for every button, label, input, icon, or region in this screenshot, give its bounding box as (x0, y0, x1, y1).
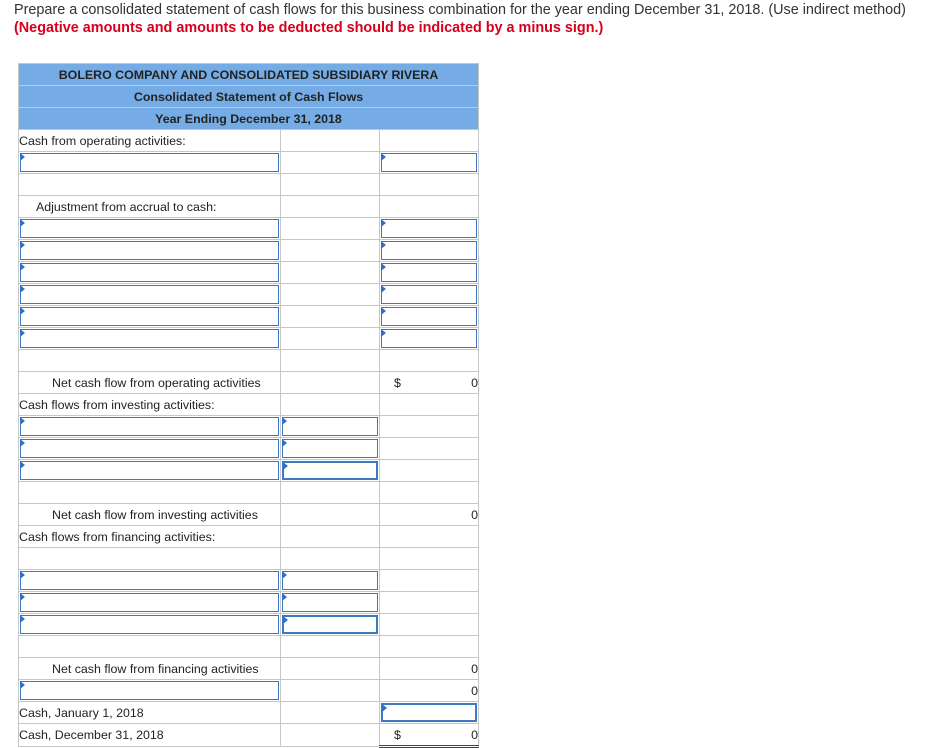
currency-symbol: $ (394, 728, 401, 742)
operating-row-1 (18, 151, 480, 174)
cash-end-label: Cash, December 31, 2018 (18, 723, 281, 747)
dropdown-arrow-icon (283, 616, 288, 624)
net-financing-value: 0 (378, 657, 480, 680)
dropdown-arrow-icon (20, 417, 25, 425)
financing-label-input[interactable] (20, 593, 279, 612)
net-financing-label: Net cash flow from financing activities (18, 657, 281, 680)
dropdown-arrow-icon (20, 285, 25, 293)
dropdown-arrow-icon (20, 571, 25, 579)
net-operating-row: Net cash flow from operating activities … (18, 371, 480, 394)
cash-begin-input[interactable] (381, 703, 478, 722)
investing-label-input[interactable] (20, 439, 279, 458)
adjustment-row-1 (18, 217, 480, 240)
adjustment-row-2 (18, 239, 480, 262)
adjustment-label-input[interactable] (20, 329, 279, 348)
adjustment-amount-input[interactable] (381, 219, 478, 238)
prompt-text: Prepare a consolidated statement of cash… (14, 2, 906, 18)
prompt-emphasis: (Negative amounts and amounts to be dedu… (14, 20, 604, 36)
dropdown-arrow-icon (20, 329, 25, 337)
currency-symbol: $ (394, 376, 401, 390)
financing-label-input[interactable] (20, 571, 279, 590)
adjustment-amount-input[interactable] (381, 307, 478, 326)
net-operating-label: Net cash flow from operating activities (18, 371, 281, 394)
dropdown-arrow-icon (20, 593, 25, 601)
cash-begin-label: Cash, January 1, 2018 (18, 701, 281, 724)
adjustment-amount-input[interactable] (381, 241, 478, 260)
statement-period: Year Ending December 31, 2018 (17, 107, 480, 130)
investing-header: Cash flows from investing activities: (18, 393, 281, 416)
financing-label-input[interactable] (20, 615, 279, 634)
change-value: 0 (378, 679, 480, 702)
adjustment-row-4 (18, 283, 480, 306)
investing-row-2 (18, 437, 480, 460)
statement-title: Consolidated Statement of Cash Flows (17, 85, 480, 108)
financing-amount-input[interactable] (282, 571, 378, 590)
dropdown-arrow-icon (381, 307, 386, 315)
adjustment-amount-input[interactable] (381, 329, 478, 348)
adjustment-header: Adjustment from accrual to cash: (18, 195, 281, 218)
adjustment-amount-input[interactable] (381, 263, 478, 282)
question-prompt: Prepare a consolidated statement of cash… (14, 1, 934, 37)
net-investing-value: 0 (378, 503, 480, 526)
investing-row-1 (18, 415, 480, 438)
adjustment-row-3 (18, 261, 480, 284)
adjustment-amount-input[interactable] (381, 285, 478, 304)
dropdown-arrow-icon (20, 439, 25, 447)
dropdown-arrow-icon (282, 571, 287, 579)
net-financing-row: Net cash flow from financing activities … (18, 657, 480, 680)
dropdown-arrow-icon (282, 417, 287, 425)
dropdown-arrow-icon (20, 681, 25, 689)
net-operating-value: 0 (471, 375, 479, 390)
operating-header: Cash from operating activities: (18, 129, 281, 152)
financing-header: Cash flows from financing activities: (18, 525, 281, 548)
financing-row-2 (18, 591, 480, 614)
dropdown-arrow-icon (381, 285, 386, 293)
adjustment-label-input[interactable] (20, 241, 279, 260)
dropdown-arrow-icon (381, 241, 386, 249)
cash-begin-row: Cash, January 1, 2018 (18, 701, 480, 724)
investing-amount-input[interactable] (282, 417, 378, 436)
dropdown-arrow-icon (382, 704, 387, 712)
financing-row-3 (18, 613, 480, 636)
dropdown-arrow-icon (20, 307, 25, 315)
investing-amount-input[interactable] (282, 439, 378, 458)
cash-end-row: Cash, December 31, 2018 $0 (18, 723, 480, 748)
operating-label-input[interactable] (20, 153, 279, 172)
net-investing-row: Net cash flow from investing activities … (18, 503, 480, 526)
adjustment-label-input[interactable] (20, 263, 279, 282)
net-investing-label: Net cash flow from investing activities (18, 503, 281, 526)
investing-label-input[interactable] (20, 461, 279, 480)
company-header: BOLERO COMPANY AND CONSOLIDATED SUBSIDIA… (17, 63, 480, 86)
dropdown-arrow-icon (20, 241, 25, 249)
investing-label-input[interactable] (20, 417, 279, 436)
adjustment-label-input[interactable] (20, 307, 279, 326)
financing-amount-input[interactable] (282, 615, 378, 634)
dropdown-arrow-icon (20, 219, 25, 227)
dropdown-arrow-icon (381, 219, 386, 227)
adjustment-label-input[interactable] (20, 219, 279, 238)
operating-amount-input[interactable] (381, 153, 478, 172)
change-in-cash-row: 0 (18, 679, 480, 702)
dropdown-arrow-icon (20, 263, 25, 271)
dropdown-arrow-icon (20, 153, 25, 161)
dropdown-arrow-icon (381, 153, 386, 161)
adjustment-row-6 (18, 327, 480, 350)
dropdown-arrow-icon (381, 263, 386, 271)
dropdown-arrow-icon (282, 593, 287, 601)
dropdown-arrow-icon (20, 461, 25, 469)
dropdown-arrow-icon (282, 439, 287, 447)
investing-row-3 (18, 459, 480, 482)
cash-end-value: 0 (471, 727, 479, 742)
cash-flow-statement-table: BOLERO COMPANY AND CONSOLIDATED SUBSIDIA… (17, 63, 480, 748)
dropdown-arrow-icon (381, 329, 386, 337)
dropdown-arrow-icon (283, 462, 288, 470)
adjustment-label-input[interactable] (20, 285, 279, 304)
adjustment-row-5 (18, 305, 480, 328)
investing-amount-input[interactable] (282, 461, 378, 480)
dropdown-arrow-icon (20, 615, 25, 623)
financing-row-1 (18, 569, 480, 592)
change-label-input[interactable] (20, 681, 279, 700)
financing-amount-input[interactable] (282, 593, 378, 612)
